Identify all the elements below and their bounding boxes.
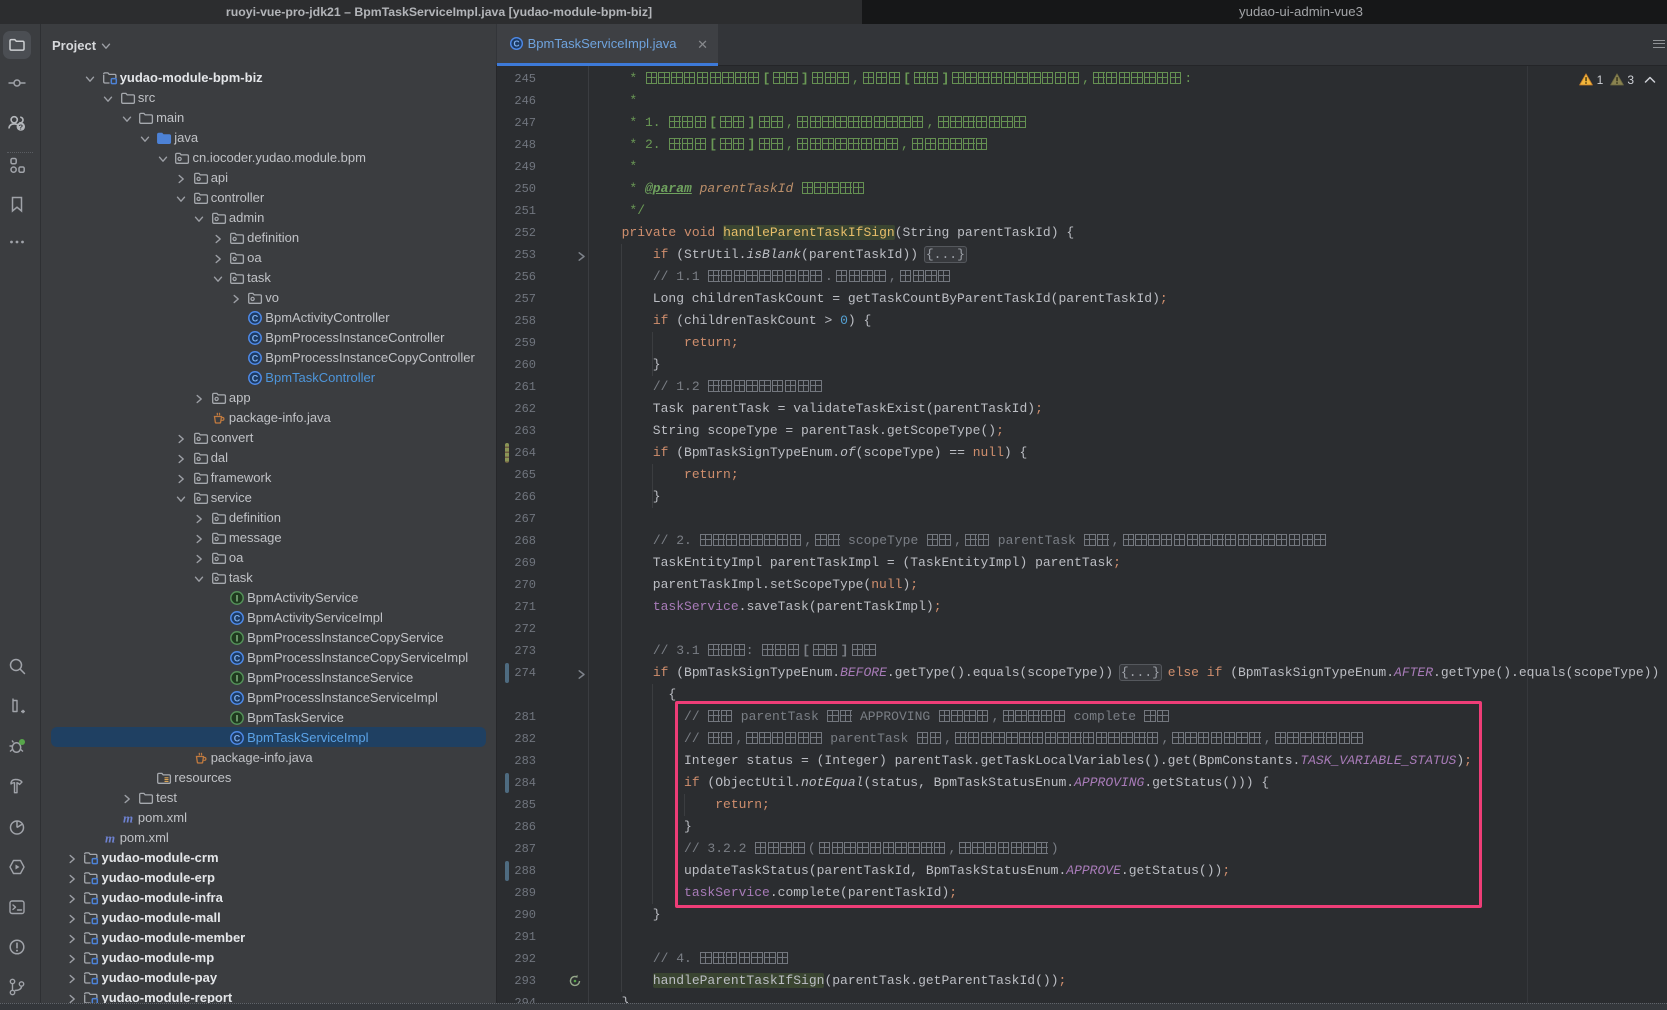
svg-text:C: C — [234, 613, 241, 623]
svg-text:?: ? — [18, 122, 23, 131]
svg-text:C: C — [234, 693, 241, 703]
svg-text:C: C — [513, 39, 519, 49]
svg-text:m: m — [123, 811, 133, 826]
svg-text:I: I — [236, 593, 239, 603]
svg-text:C: C — [252, 313, 259, 323]
svg-text:I: I — [236, 713, 239, 723]
svg-text:I: I — [236, 673, 239, 683]
svg-text:C: C — [234, 733, 241, 743]
svg-text:I: I — [236, 633, 239, 643]
svg-text:C: C — [252, 353, 259, 363]
svg-text:C: C — [234, 653, 241, 663]
svg-text:m: m — [104, 831, 114, 846]
svg-text:C: C — [252, 333, 259, 343]
svg-text:C: C — [252, 373, 259, 383]
